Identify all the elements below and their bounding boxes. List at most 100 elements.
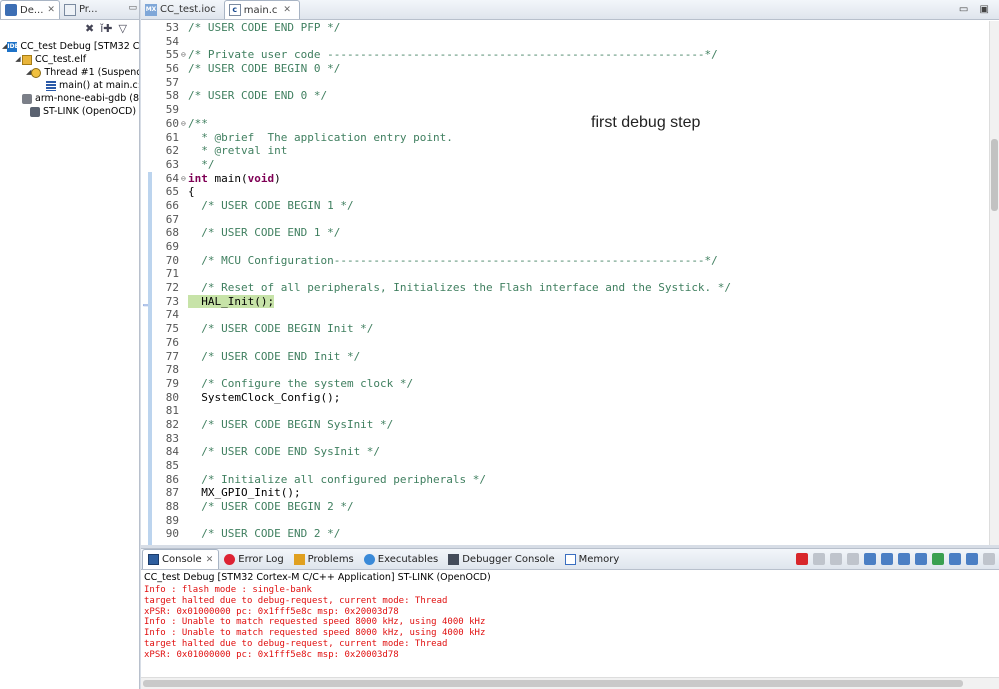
tab-executables[interactable]: Executables bbox=[359, 549, 443, 569]
tab-problems[interactable]: Problems bbox=[289, 549, 359, 569]
tree-item-thread[interactable]: ◢ Thread #1 (Suspended : Step) bbox=[0, 66, 139, 79]
open-console-icon[interactable] bbox=[966, 553, 978, 565]
console-output[interactable]: Info : flash mode : single-bank target ha… bbox=[141, 585, 999, 661]
code-line[interactable]: 55 ⊖/* Private user code ----------------… bbox=[155, 48, 731, 62]
code-line[interactable]: 78 bbox=[155, 363, 731, 377]
code-text: * @retval int bbox=[188, 144, 288, 158]
remove-terminated-icon[interactable]: ✖ bbox=[85, 22, 94, 35]
code-line[interactable]: 84 /* USER CODE END SysInit */ bbox=[155, 445, 731, 459]
editor-scrollbar[interactable] bbox=[989, 21, 999, 545]
remove-launch-icon[interactable] bbox=[813, 553, 825, 565]
fold-toggle-icon bbox=[181, 35, 188, 49]
code-line[interactable]: 86 /* Initialize all configured peripher… bbox=[155, 473, 731, 487]
code-text: /* USER CODE END 0 */ bbox=[188, 89, 328, 103]
line-number: 68 bbox=[165, 226, 179, 240]
fold-toggle-icon bbox=[181, 445, 188, 459]
pin-console-icon[interactable] bbox=[932, 553, 944, 565]
code-line[interactable]: 83 bbox=[155, 432, 731, 446]
close-icon[interactable]: ✕ bbox=[206, 555, 214, 565]
console-line: target halted due to debug-request, curr… bbox=[144, 595, 448, 606]
code-line[interactable]: 75 /* USER CODE BEGIN Init */ bbox=[155, 322, 731, 336]
fold-toggle-icon[interactable]: ⊖ bbox=[181, 48, 188, 62]
code-line[interactable]: 89 bbox=[155, 514, 731, 528]
close-icon[interactable]: ✕ bbox=[283, 5, 291, 15]
code-line[interactable]: 64 ⊖ int main(void) bbox=[155, 172, 731, 186]
code-line[interactable]: 88 /* USER CODE BEGIN 2 */ bbox=[155, 500, 731, 514]
tree-item-gdb[interactable]: arm-none-eabi-gdb (8.1) bbox=[0, 92, 139, 105]
line-number: 59 bbox=[165, 103, 179, 117]
tree-item-stlink[interactable]: ST-LINK (OpenOCD) bbox=[0, 105, 139, 118]
tree-item-launch[interactable]: ◢ IDE CC_test Debug [STM32 Cortex-M C/C+… bbox=[0, 40, 139, 53]
fold-toggle-icon[interactable]: ⊖ bbox=[181, 172, 188, 186]
tab-debugger-console[interactable]: Debugger Console bbox=[443, 549, 559, 569]
code-line[interactable]: 77 /* USER CODE END Init */ bbox=[155, 350, 731, 364]
code-line[interactable]: 69 bbox=[155, 240, 731, 254]
show-on-output-icon[interactable] bbox=[898, 553, 910, 565]
fold-toggle-icon[interactable]: ⊖ bbox=[181, 117, 188, 131]
code-line[interactable]: 85 bbox=[155, 459, 731, 473]
code-line[interactable]: 71 bbox=[155, 267, 731, 281]
editor-scroll-thumb[interactable] bbox=[991, 139, 998, 211]
tree-item-stack-frame[interactable]: main() at main.c:73 bbox=[0, 79, 139, 92]
tab-console[interactable]: Console ✕ bbox=[142, 549, 220, 569]
code-text: /* USER CODE BEGIN 0 */ bbox=[188, 62, 341, 76]
line-number: 81 bbox=[165, 404, 179, 418]
line-number: 87 bbox=[165, 486, 179, 500]
code-line[interactable]: 74 bbox=[155, 308, 731, 322]
scroll-lock-icon[interactable] bbox=[864, 553, 876, 565]
line-number: 66 bbox=[165, 198, 179, 212]
word-wrap-icon[interactable] bbox=[881, 553, 893, 565]
minimize-icon[interactable] bbox=[983, 553, 995, 565]
code-line[interactable]: 73 HAL_Init(); bbox=[155, 294, 731, 309]
code-line[interactable]: 63 */ bbox=[155, 158, 731, 172]
code-line[interactable]: 67 bbox=[155, 213, 731, 227]
code-line[interactable]: 58 /* USER CODE END 0 */ bbox=[155, 89, 731, 103]
code-line[interactable]: 66 /* USER CODE BEGIN 1 */ bbox=[155, 199, 731, 213]
code-line[interactable]: 81 bbox=[155, 404, 731, 418]
error-log-icon bbox=[224, 553, 236, 565]
code-area[interactable]: ⇨ 53/* USER CODE END PFP */54 55 ⊖/* Priva… bbox=[141, 21, 989, 545]
code-line[interactable]: 70 /* MCU Configuration-----------------… bbox=[155, 254, 731, 268]
remove-all-icon[interactable] bbox=[830, 553, 842, 565]
code-line[interactable]: 87 MX_GPIO_Init(); bbox=[155, 486, 731, 500]
minimize-icon[interactable]: ▭ bbox=[128, 3, 137, 13]
step-filter-icon[interactable]: ǐ✚ bbox=[100, 22, 112, 35]
tab-memory[interactable]: Memory bbox=[560, 549, 625, 569]
code-line[interactable]: 62 * @retval int bbox=[155, 144, 731, 158]
tab-cc-test-ioc[interactable]: MX CC_test.ioc bbox=[141, 0, 224, 19]
fold-toggle-icon bbox=[181, 377, 188, 391]
code-line[interactable]: 53 /* USER CODE END PFP */ bbox=[155, 21, 731, 35]
display-console-icon[interactable] bbox=[949, 553, 961, 565]
code-line[interactable]: 82 /* USER CODE BEGIN SysInit */ bbox=[155, 418, 731, 432]
line-number: 89 bbox=[165, 513, 179, 527]
show-on-error-icon[interactable] bbox=[915, 553, 927, 565]
collapse-icon[interactable]: ◢ bbox=[14, 53, 22, 66]
code-line[interactable]: 68 /* USER CODE END 1 */ bbox=[155, 226, 731, 240]
tree-item-elf[interactable]: ◢ CC_test.elf bbox=[0, 53, 139, 66]
code-line[interactable]: 80 SystemClock_Config(); bbox=[155, 391, 731, 405]
code-line[interactable]: 76 bbox=[155, 336, 731, 350]
tab-main-c[interactable]: c main.c ✕ bbox=[223, 0, 300, 19]
window-controls[interactable]: ▭ ▣ bbox=[959, 4, 993, 15]
line-number: 70 bbox=[165, 253, 179, 267]
code-line[interactable]: 65 { bbox=[155, 185, 731, 199]
close-icon[interactable]: ✕ bbox=[47, 5, 55, 15]
code-line[interactable]: 61 * @brief The application entry point. bbox=[155, 131, 731, 145]
view-menu-icon[interactable]: ▽ bbox=[119, 22, 127, 35]
code-line[interactable]: 90 /* USER CODE END 2 */ bbox=[155, 527, 731, 541]
console-scrollbar[interactable] bbox=[141, 677, 999, 689]
code-line[interactable]: 72 /* Reset of all peripherals, Initiali… bbox=[155, 281, 731, 295]
clear-console-icon[interactable] bbox=[847, 553, 859, 565]
tab-project-explorer[interactable]: Pr... bbox=[60, 0, 102, 19]
code-line[interactable]: 79 /* Configure the system clock */ bbox=[155, 377, 731, 391]
terminate-icon[interactable] bbox=[796, 553, 808, 565]
code-text: /** bbox=[188, 116, 208, 130]
code-line[interactable]: 54 bbox=[155, 35, 731, 49]
console-scroll-thumb[interactable] bbox=[143, 680, 963, 687]
code-text: /* Reset of all peripherals, Initializes… bbox=[188, 281, 732, 295]
tab-debug[interactable]: De... ✕ bbox=[0, 0, 60, 19]
source-code[interactable]: 53/* USER CODE END PFP */54 55 ⊖/* Private… bbox=[155, 21, 731, 541]
code-line[interactable]: 57 bbox=[155, 76, 731, 90]
code-line[interactable]: 56 /* USER CODE BEGIN 0 */ bbox=[155, 62, 731, 76]
tab-error-log[interactable]: Error Log bbox=[219, 549, 288, 569]
